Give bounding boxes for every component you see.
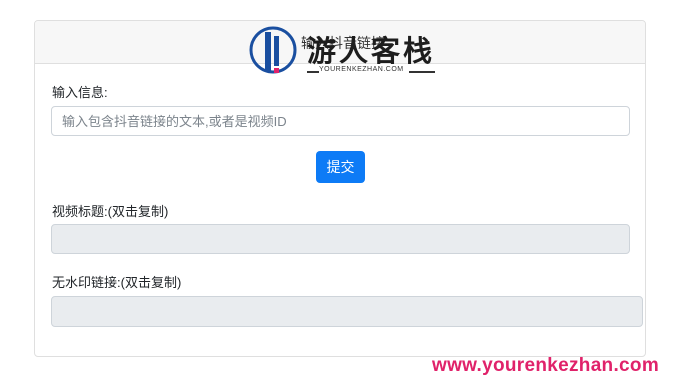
video-title-label: 视频标题:(双击复制) <box>52 204 169 219</box>
site-watermark: www.yourenkezhan.com <box>432 355 660 376</box>
video-title-field[interactable] <box>51 224 630 254</box>
logo-divider <box>409 71 435 73</box>
watermark-free-link-label: 无水印链接:(双击复制) <box>52 275 182 290</box>
douyin-link-input[interactable] <box>51 106 630 136</box>
logo-domain: YOURENKEZHAN.COM <box>319 66 404 73</box>
logo-name: 游人客栈 <box>307 36 436 68</box>
logo-building-icon <box>249 26 297 74</box>
submit-button[interactable]: 提交 <box>316 151 365 183</box>
logo-divider <box>307 71 319 73</box>
site-logo: 游人客栈 YOURENKEZHAN.COM <box>247 26 437 76</box>
watermark-free-link-field[interactable] <box>51 296 643 327</box>
input-label: 输入信息: <box>52 85 108 100</box>
